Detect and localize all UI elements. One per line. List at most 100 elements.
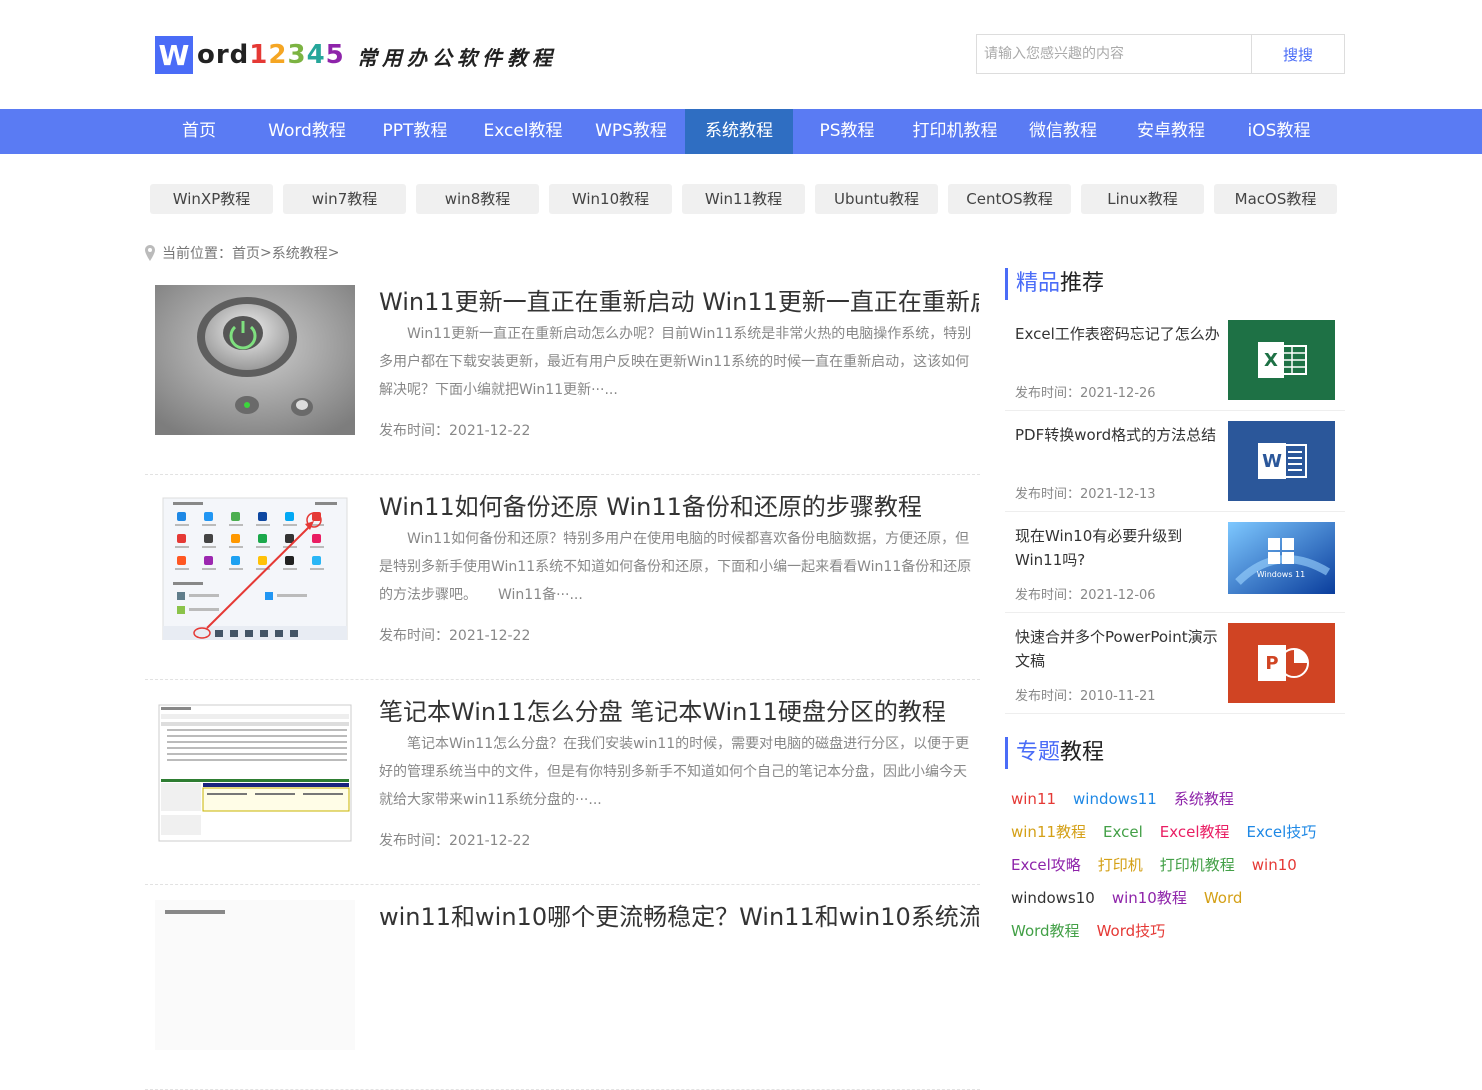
- recommended-title-highlight: 精品: [1016, 271, 1061, 296]
- subnav-item[interactable]: Win11教程: [682, 184, 805, 214]
- nav-item[interactable]: 首页: [145, 109, 253, 154]
- article-thumbnail[interactable]: [155, 490, 355, 640]
- topics-title-highlight: 专题: [1016, 740, 1061, 765]
- topic-tag[interactable]: Word技巧: [1097, 919, 1166, 952]
- topic-tag[interactable]: Excel技巧: [1247, 820, 1317, 853]
- nav-item[interactable]: 系统教程: [685, 109, 793, 154]
- article-card: Win11更新一直正在重新启动 Win11更新一直正在重新启动的解决方法 Win1…: [145, 270, 980, 475]
- topic-tag[interactable]: 打印机教程: [1160, 853, 1235, 886]
- article-date: 发布时间：2021-12-22: [379, 833, 531, 849]
- breadcrumb-separator: >: [260, 245, 272, 261]
- search-box: 搜搜: [976, 34, 1345, 74]
- article-thumbnail[interactable]: [155, 285, 355, 435]
- nav-item[interactable]: 打印机教程: [901, 109, 1009, 154]
- topic-tag[interactable]: Word: [1204, 886, 1243, 919]
- nav-item[interactable]: PPT教程: [361, 109, 469, 154]
- article-title[interactable]: win11和win10哪个更流畅稳定？Win11和win10系统流畅度对比: [379, 897, 979, 932]
- logo-char: 4: [306, 40, 326, 70]
- article-card: 笔记本Win11怎么分盘 笔记本Win11硬盘分区的教程笔记本Win11怎么分盘…: [145, 680, 980, 885]
- subnav-item[interactable]: Linux教程: [1081, 184, 1204, 214]
- site-logo[interactable]: W ord12345: [155, 35, 345, 75]
- subnav-item[interactable]: win8教程: [416, 184, 539, 214]
- breadcrumb-current[interactable]: 系统教程: [272, 243, 328, 263]
- search-button[interactable]: 搜搜: [1251, 35, 1344, 73]
- article-thumbnail[interactable]: [155, 695, 355, 845]
- word-icon: W: [1228, 421, 1335, 501]
- subnav-item[interactable]: Ubuntu教程: [815, 184, 938, 214]
- recommended-item[interactable]: PDF转换word格式的方法总结发布时间：2021-12-13 W: [1005, 411, 1345, 512]
- site-slogan: 常用办公软件教程: [357, 46, 557, 70]
- logo-char: 2: [268, 40, 288, 70]
- topic-tag[interactable]: Word教程: [1011, 919, 1080, 952]
- logo-letter: W: [155, 36, 193, 74]
- article-summary: Win11更新一直正在重新启动怎么办呢？目前Win11系统是非常火热的电脑操作系…: [379, 326, 972, 398]
- recommended-title[interactable]: 快速合并多个PowerPoint演示文稿: [1015, 625, 1225, 673]
- topic-tag[interactable]: win11教程: [1011, 820, 1086, 853]
- recommended-date: 发布时间：2021-12-06: [1015, 588, 1156, 603]
- subnav-item[interactable]: WinXP教程: [150, 184, 273, 214]
- disk-management-screenshot-icon: [155, 695, 355, 845]
- recommended-title-rest: 推荐: [1060, 271, 1105, 296]
- sidebar: 精品推荐 Excel工作表密码忘记了怎么办 发布时间：2021-12-26 X PD…: [1005, 268, 1345, 952]
- article-title[interactable]: Win11如何备份还原 Win11备份和还原的步骤教程: [379, 487, 979, 522]
- recommended-title[interactable]: PDF转换word格式的方法总结: [1015, 423, 1225, 447]
- recommended-date: 发布时间：2010-11-21: [1015, 689, 1156, 704]
- nav-item[interactable]: PS教程: [793, 109, 901, 154]
- topic-tag[interactable]: Excel攻略: [1011, 853, 1081, 886]
- main-nav-list: 首页 Word教程 PPT教程 Excel教程 WPS教程 系统教程 PS教程 打印机教程 微信…: [145, 109, 1333, 154]
- nav-item[interactable]: WPS教程: [577, 109, 685, 154]
- recommended-item[interactable]: Excel工作表密码忘记了怎么办发布时间：2021-12-26 X: [1005, 310, 1345, 411]
- windows11-icon: Windows 11: [1228, 522, 1335, 594]
- subnav-item[interactable]: Win10教程: [549, 184, 672, 214]
- article-title[interactable]: Win11更新一直正在重新启动 Win11更新一直正在重新启动的解决方法: [379, 282, 979, 317]
- topic-tag[interactable]: 系统教程: [1174, 787, 1234, 820]
- recommended-title[interactable]: Excel工作表密码忘记了怎么办: [1015, 322, 1225, 346]
- subnav-item[interactable]: win7教程: [283, 184, 406, 214]
- nav-item[interactable]: Word教程: [253, 109, 361, 154]
- breadcrumb-home[interactable]: 首页: [232, 243, 260, 263]
- breadcrumb-tail: >: [327, 245, 340, 261]
- nav-item[interactable]: iOS教程: [1225, 109, 1333, 154]
- topics-title: 专题教程: [1005, 737, 1345, 769]
- logo-char: 1: [249, 40, 269, 70]
- topic-tag[interactable]: windows11: [1073, 787, 1157, 820]
- breadcrumb-label: 当前位置：: [162, 246, 232, 262]
- recommended-item[interactable]: 快速合并多个PowerPoint演示文稿发布时间：2010-11-21 P: [1005, 613, 1345, 714]
- recommended-title[interactable]: 现在Win10有必要升级到Win11吗?: [1015, 524, 1225, 572]
- svg-text:Windows 11: Windows 11: [1257, 570, 1305, 579]
- recommended-date: 发布时间：2021-12-13: [1015, 487, 1156, 502]
- power-button-photo-icon: [155, 285, 355, 435]
- article-title[interactable]: 笔记本Win11怎么分盘 笔记本Win11硬盘分区的教程: [379, 692, 979, 727]
- topic-tag[interactable]: Excel: [1103, 820, 1143, 853]
- topics-title-rest: 教程: [1060, 740, 1105, 765]
- recommended-list: Excel工作表密码忘记了怎么办 发布时间：2021-12-26 X PDF转换wo…: [1005, 310, 1345, 714]
- powerpoint-icon: P: [1228, 623, 1335, 703]
- topic-tag[interactable]: win11: [1011, 787, 1056, 820]
- excel-icon: X: [1228, 320, 1335, 400]
- recommended-title: 精品推荐: [1005, 268, 1345, 300]
- screenshot-icon: [155, 900, 355, 1050]
- topic-tag[interactable]: windows10: [1011, 886, 1095, 919]
- breadcrumb: 当前位置： 首页 > 系统教程 >: [145, 243, 339, 263]
- subnav-item[interactable]: MacOS教程: [1214, 184, 1337, 214]
- nav-item[interactable]: Excel教程: [469, 109, 577, 154]
- logo-text: ord12345: [197, 40, 345, 70]
- article-thumbnail[interactable]: [155, 900, 355, 1050]
- topic-tag[interactable]: 打印机: [1098, 853, 1143, 886]
- topic-tags: win11 windows11 系统教程 win11教程 Excel Excel教程 Exc…: [1005, 787, 1335, 952]
- nav-item[interactable]: 安卓教程: [1117, 109, 1225, 154]
- article-date: 发布时间：2021-12-22: [379, 423, 531, 439]
- topic-tag[interactable]: Excel教程: [1160, 820, 1230, 853]
- sub-nav: WinXP教程 win7教程 win8教程 Win10教程 Win11教程 Ubuntu教…: [150, 184, 1337, 214]
- search-input[interactable]: [977, 35, 1251, 73]
- logo-char: 3: [287, 40, 307, 70]
- logo-char: 5: [325, 40, 345, 70]
- recommended-item[interactable]: 现在Win10有必要升级到Win11吗? 发布时间：2021-12-06 Wind…: [1005, 512, 1345, 613]
- topic-tag[interactable]: win10: [1252, 853, 1297, 886]
- topic-tag[interactable]: win10教程: [1112, 886, 1187, 919]
- svg-text:X: X: [1264, 350, 1278, 371]
- nav-item[interactable]: 微信教程: [1009, 109, 1117, 154]
- recommended-date: 发布时间：2021-12-26: [1015, 386, 1156, 401]
- article-summary: 笔记本Win11怎么分盘？在我们安装win11的时候，需要对电脑的磁盘进行分区，…: [379, 736, 970, 808]
- subnav-item[interactable]: CentOS教程: [948, 184, 1071, 214]
